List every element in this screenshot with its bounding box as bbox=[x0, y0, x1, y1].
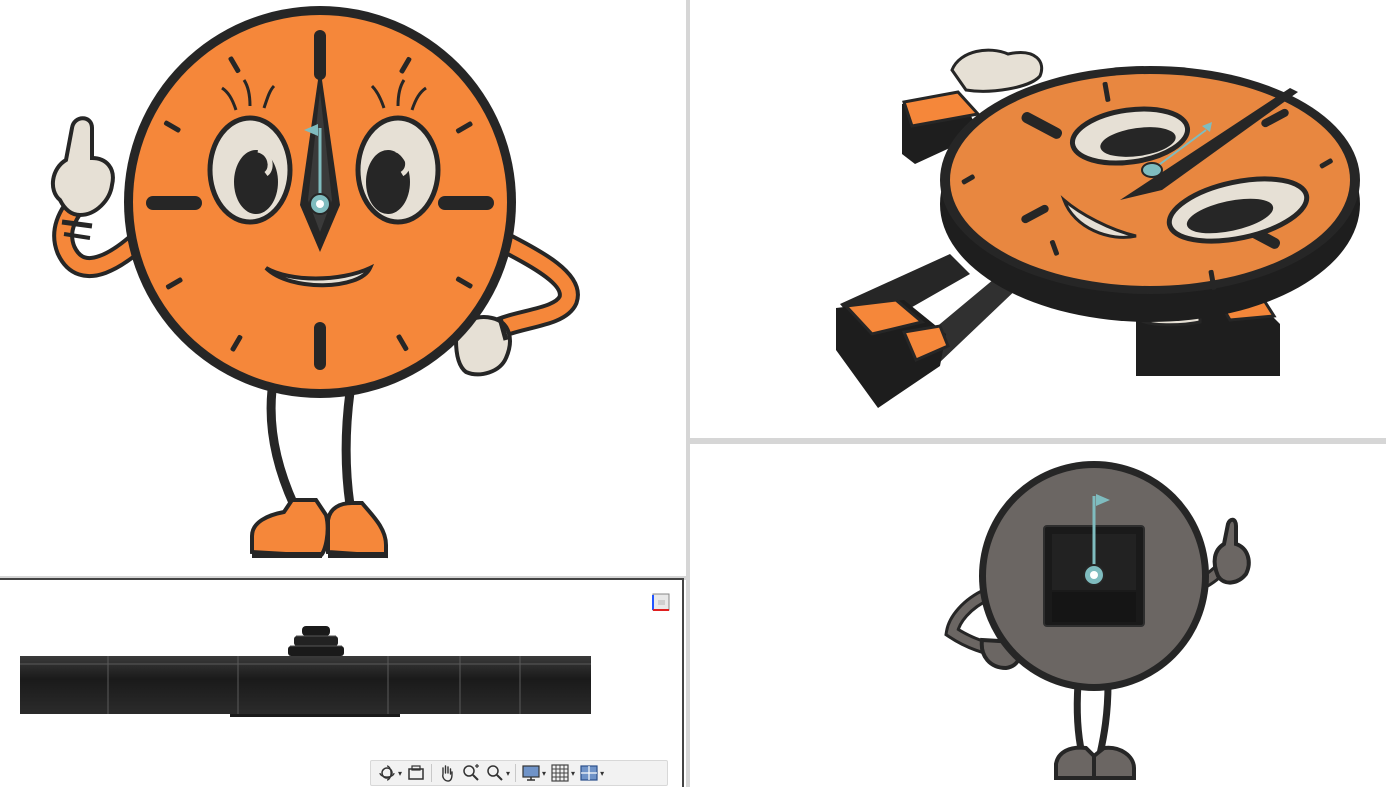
bottom-viewport[interactable] bbox=[0, 580, 686, 787]
iso-left-shoe bbox=[836, 298, 950, 408]
side-profile bbox=[20, 656, 591, 717]
left-leg bbox=[266, 385, 299, 510]
back-right-shoe bbox=[1092, 745, 1136, 780]
viewcube-icon[interactable] bbox=[651, 591, 673, 613]
look-at-icon bbox=[408, 765, 424, 780]
back-viewport[interactable] bbox=[690, 444, 1386, 787]
toolbar-separator bbox=[515, 764, 517, 782]
isometric-view-canvas bbox=[836, 48, 1360, 408]
grid-settings-icon bbox=[551, 764, 569, 782]
front-viewport[interactable] bbox=[0, 0, 686, 576]
pan-hand-icon bbox=[442, 765, 453, 782]
right-shoe bbox=[326, 501, 388, 559]
orbit-icon bbox=[379, 765, 395, 781]
back-left-leg bbox=[1073, 683, 1086, 755]
viewport-divider-vertical[interactable] bbox=[686, 0, 690, 787]
zoom-button[interactable] bbox=[461, 762, 481, 784]
toolbar-separator bbox=[431, 764, 433, 782]
pan-button[interactable] bbox=[437, 762, 457, 784]
chevron-down-icon[interactable]: ▾ bbox=[571, 769, 575, 778]
chevron-down-icon[interactable]: ▾ bbox=[398, 769, 402, 778]
zoom-window-icon bbox=[487, 765, 503, 781]
orbit-button[interactable]: ▾ bbox=[377, 762, 402, 784]
pocket-lower bbox=[1052, 592, 1136, 622]
bottom-view-canvas bbox=[20, 626, 591, 717]
navigation-toolbar: ▾ ▾ ▾ ▾ ▾ bbox=[370, 760, 668, 786]
viewport-divider-right[interactable] bbox=[690, 438, 1386, 444]
back-right-leg bbox=[1096, 683, 1112, 755]
viewports-icon bbox=[580, 765, 598, 781]
isometric-viewport[interactable] bbox=[690, 4, 1386, 438]
viewports-button[interactable]: ▾ bbox=[579, 762, 604, 784]
grid-settings-button[interactable]: ▾ bbox=[550, 762, 575, 784]
back-right-glove bbox=[1212, 517, 1251, 585]
chevron-down-icon[interactable]: ▾ bbox=[600, 769, 604, 778]
back-view-canvas bbox=[944, 461, 1251, 780]
left-shoe bbox=[250, 498, 330, 559]
side-hand-knob bbox=[288, 626, 344, 656]
chevron-down-icon[interactable]: ▾ bbox=[506, 769, 510, 778]
viewport-divider-left[interactable] bbox=[0, 576, 686, 580]
display-settings-button[interactable]: ▾ bbox=[521, 762, 546, 784]
front-view-canvas bbox=[50, 6, 580, 559]
zoom-icon bbox=[463, 764, 480, 781]
chevron-down-icon[interactable]: ▾ bbox=[542, 769, 546, 778]
right-leg bbox=[341, 387, 355, 510]
display-settings-icon bbox=[522, 765, 540, 781]
zoom-window-button[interactable]: ▾ bbox=[485, 762, 510, 784]
back-left-shoe bbox=[1054, 745, 1096, 780]
look-at-button[interactable] bbox=[406, 762, 426, 784]
